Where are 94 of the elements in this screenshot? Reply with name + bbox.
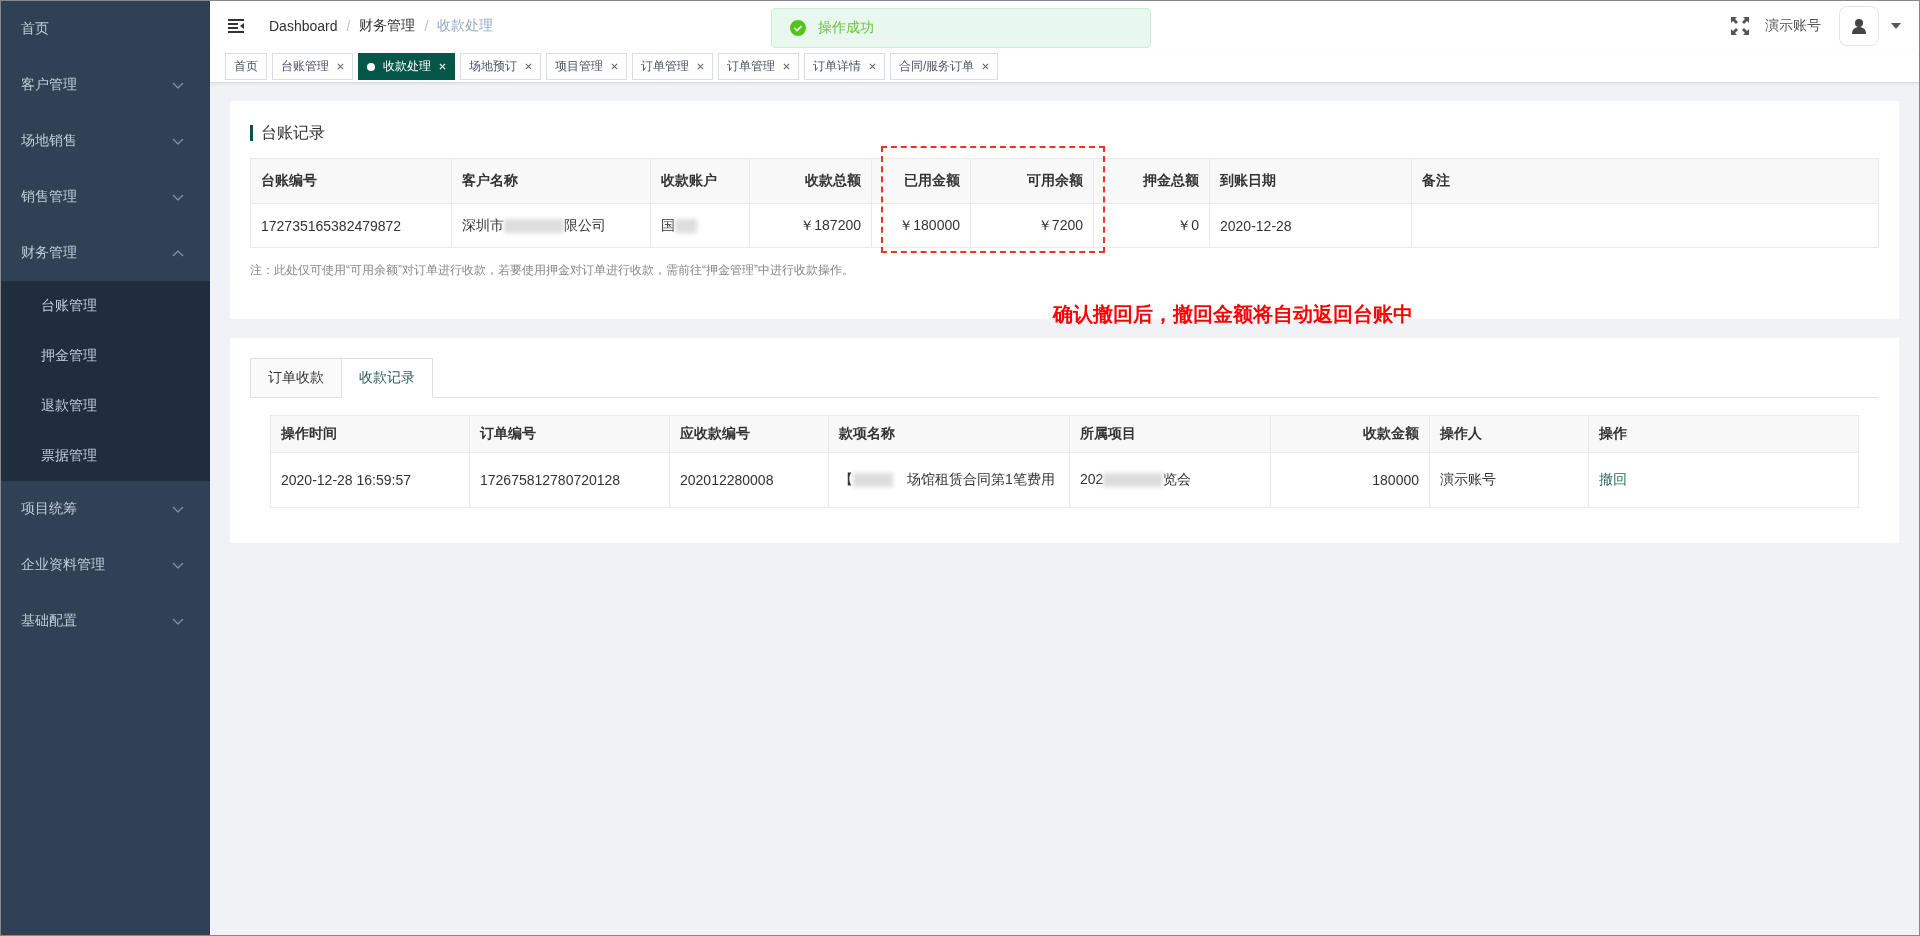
close-icon[interactable]: [611, 63, 618, 70]
menu-icon[interactable]: [228, 19, 244, 33]
close-icon[interactable]: [783, 63, 790, 70]
tab[interactable]: 项目管理: [546, 53, 627, 80]
tab[interactable]: 收款记录: [342, 358, 433, 398]
table-cell: 180000: [1270, 452, 1430, 508]
column-header: 操作时间: [270, 415, 470, 453]
separator: /: [346, 18, 351, 34]
redacted-text: [1103, 473, 1164, 488]
toast-message: 操作成功: [818, 19, 874, 37]
user-icon: [1851, 18, 1867, 34]
column-header: 押金总额: [1093, 158, 1210, 204]
chevron-down-icon: [172, 81, 184, 89]
sidebar-item[interactable]: 首页: [1, 1, 210, 57]
table-cell: 172675812780720128: [469, 452, 670, 508]
annotation-text: 确认撤回后，撤回金额将自动返回台账中: [1053, 302, 1413, 327]
check-circle-icon: [790, 20, 806, 36]
breadcrumb-item[interactable]: Dashboard: [269, 18, 338, 34]
table-cell: 演示账号: [1429, 452, 1589, 508]
note-text: 注：此处仅可使用“可用余额”对订单进行收款，若要使用押金对订单进行收款，需前往“押金管理”中进行收款操作。: [250, 262, 854, 279]
avatar-button[interactable]: [1839, 6, 1879, 46]
column-header: 备注: [1411, 158, 1879, 204]
sidebar-item[interactable]: 企业资料管理: [1, 537, 210, 593]
close-icon[interactable]: [982, 63, 990, 70]
submenu-item[interactable]: 押金管理: [1, 331, 210, 381]
table-cell: ￥180000: [871, 203, 971, 248]
breadcrumb-item[interactable]: 财务管理: [359, 17, 416, 35]
redacted-text: [853, 473, 893, 488]
table-cell: 172735165382479872: [250, 203, 452, 248]
sidebar-item[interactable]: 客户管理: [1, 57, 210, 113]
cell-text: 览会: [1163, 471, 1192, 487]
chevron-down-icon: [172, 137, 184, 145]
cell-text: 限公司: [564, 216, 606, 233]
chevron-down-icon: [172, 617, 184, 625]
close-icon[interactable]: [697, 63, 704, 70]
tab[interactable]: 收款处理: [358, 53, 455, 80]
tab[interactable]: 订单收款: [250, 358, 342, 398]
table-cell: 2020-12-28: [1209, 203, 1412, 248]
column-header: 操作: [1588, 415, 1859, 453]
redacted-text: [675, 218, 697, 233]
tab[interactable]: 首页: [225, 53, 267, 80]
sidebar-item[interactable]: 项目统筹: [1, 481, 210, 537]
cell-text: 场馆租赁合同第1笔费用: [907, 471, 1055, 487]
caret-icon[interactable]: [1891, 23, 1901, 29]
close-icon[interactable]: [337, 63, 344, 70]
column-header: 收款账户: [650, 158, 750, 204]
separator: /: [424, 18, 429, 34]
column-header: 所属项目: [1069, 415, 1271, 453]
tab[interactable]: 订单管理: [718, 53, 799, 80]
chevron-down-icon: [172, 505, 184, 513]
section-title: 台账记录: [250, 125, 325, 141]
column-header: 可用余额: [970, 158, 1094, 204]
sidebar-item[interactable]: 销售管理: [1, 169, 210, 225]
table-cell: 2020-12-28 16:59:57: [270, 452, 470, 508]
breadcrumb-item: 收款处理: [437, 17, 494, 35]
redacted-text: [504, 218, 564, 233]
chevron-down-icon: [172, 193, 184, 201]
tab[interactable]: 场地预订: [460, 53, 541, 80]
table-cell: 202012280008: [669, 452, 829, 508]
sidebar-item[interactable]: 基础配置: [1, 593, 210, 649]
table-cell: ￥187200: [749, 203, 872, 248]
fullscreen-icon[interactable]: [1731, 17, 1749, 35]
column-header: 台账编号: [250, 158, 452, 204]
column-header: 收款总额: [749, 158, 872, 204]
column-header: 操作人: [1429, 415, 1589, 453]
tab[interactable]: 订单管理: [632, 53, 713, 80]
tab[interactable]: 台账管理: [272, 53, 353, 80]
chevron-down-icon: [172, 561, 184, 569]
sidebar-item[interactable]: 财务管理: [1, 225, 210, 281]
dot-icon: [367, 62, 375, 71]
table-cell: ￥0: [1093, 203, 1210, 248]
cell-text: 202: [1080, 471, 1104, 487]
close-icon[interactable]: [869, 63, 876, 70]
cell-text: 深圳市: [462, 216, 504, 233]
column-header: 应收款编号: [669, 415, 829, 453]
tab[interactable]: 合同/服务订单: [890, 53, 999, 80]
submenu-item[interactable]: 退款管理: [1, 381, 210, 431]
column-header: 客户名称: [451, 158, 651, 204]
column-header: 收款金额: [1270, 415, 1430, 453]
cell-text: 【: [839, 471, 853, 487]
table-cell: ￥7200: [970, 203, 1094, 248]
tab[interactable]: 订单详情: [804, 53, 885, 80]
column-header: 款项名称: [828, 415, 1070, 453]
submenu-item[interactable]: 票据管理: [1, 431, 210, 481]
column-header: 到账日期: [1209, 158, 1412, 204]
close-icon[interactable]: [525, 63, 532, 70]
chevron-up-icon: [172, 249, 184, 257]
user-name[interactable]: 演示账号: [1765, 17, 1821, 35]
cell-text: 国: [661, 216, 675, 233]
submenu-item[interactable]: 台账管理: [1, 281, 210, 331]
revoke-link[interactable]: 撤回: [1599, 471, 1627, 487]
column-header: 订单编号: [469, 415, 670, 453]
sidebar-item[interactable]: 场地销售: [1, 113, 210, 169]
column-header: 已用金额: [871, 158, 971, 204]
